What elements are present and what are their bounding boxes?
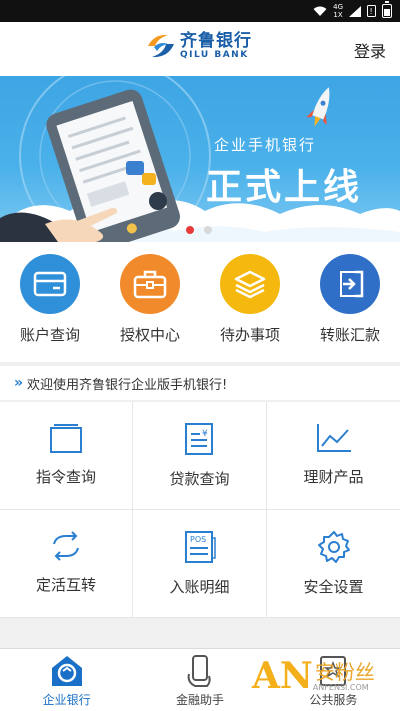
grid-label: 入账明细 [169, 578, 230, 596]
grid-wealth-products[interactable]: 理财产品 [267, 402, 400, 510]
grid-label: 理财产品 [303, 468, 364, 486]
network-bottom: 1X [333, 11, 343, 19]
grid-credit-details[interactable]: POS 入账明细 [133, 510, 267, 618]
network-type: 4G 1X [333, 3, 343, 19]
chart-icon [316, 424, 351, 452]
pos-icon: POS [184, 531, 216, 563]
qilu-logo-icon [148, 34, 174, 58]
svg-text:POS: POS [190, 535, 206, 544]
grid-security-settings[interactable]: 安全设置 [267, 510, 400, 618]
logo-cn: 齐鲁银行 [180, 31, 252, 51]
svg-text:¥: ¥ [202, 429, 208, 439]
promo-banner[interactable]: 企业手机银行 正式上线 [0, 76, 400, 242]
banner-subtitle: 企业手机银行 [214, 136, 317, 154]
briefcase-icon [120, 254, 180, 314]
tab-finance-assistant[interactable]: 金融助手 [133, 649, 266, 711]
notice-bar: » 欢迎使用齐鲁银行企业版手机银行! [0, 366, 400, 400]
service-grid: 指令查询 ¥ 贷款查询 理财产品 定活互转 POS 入账明细 安全设置 [0, 402, 400, 618]
site-watermark: AN 安粉丝 ANFENSI.COM [252, 656, 375, 696]
tab-enterprise-bank[interactable]: 企业银行 [0, 649, 133, 711]
svg-text:!: ! [370, 7, 373, 16]
notice-text: 欢迎使用齐鲁银行企业版手机银行! [27, 377, 228, 393]
pagination-dot-1[interactable] [186, 226, 194, 234]
quick-label: 账户查询 [19, 326, 80, 344]
wifi-icon [313, 6, 327, 16]
quick-label: 待办事项 [219, 326, 280, 344]
quick-account-query[interactable]: 账户查询 [0, 242, 100, 362]
logo-en: QILU BANK [180, 50, 249, 60]
no-sim-icon: ! [367, 5, 376, 17]
signal-icon [349, 5, 361, 17]
home-icon [51, 656, 82, 686]
window-icon [50, 424, 82, 453]
quick-actions: 账户查询 授权中心 待办事项 转账汇款 [0, 242, 400, 362]
status-bar: 4G 1X ! [0, 0, 400, 22]
gear-icon [317, 531, 350, 563]
grid-label: 定活互转 [35, 576, 96, 594]
pagination-dot-2[interactable] [204, 226, 212, 234]
grid-label: 安全设置 [303, 578, 364, 596]
tab-label: 企业银行 [42, 693, 91, 707]
bank-logo: 齐鲁银行 QILU BANK [146, 32, 252, 60]
layers-icon [220, 254, 280, 314]
grid-label: 贷款查询 [169, 470, 230, 488]
phone-hand-icon [187, 655, 211, 687]
banner-title: 正式上线 [206, 167, 363, 208]
quick-todo-items[interactable]: 待办事项 [200, 242, 300, 362]
grid-loan-query[interactable]: ¥ 贷款查询 [133, 402, 267, 510]
network-top: 4G [333, 3, 343, 11]
quick-authorization-center[interactable]: 授权中心 [100, 242, 200, 362]
app-header: 齐鲁银行 QILU BANK 登录 [0, 22, 400, 76]
watermark-logo: AN [252, 655, 313, 697]
grid-instruction-query[interactable]: 指令查询 [0, 402, 133, 510]
quick-label: 转账汇款 [319, 326, 380, 344]
watermark-text: 安粉丝 [314, 659, 375, 684]
swap-icon [53, 531, 79, 561]
double-chevron-icon: » [14, 375, 24, 391]
watermark-sub: ANFENSI.COM [312, 682, 369, 692]
login-button[interactable]: 登录 [354, 38, 386, 62]
quick-transfer[interactable]: 转账汇款 [300, 242, 400, 362]
banner-pagination [186, 226, 212, 234]
card-icon [20, 254, 80, 314]
tab-label: 金融助手 [175, 693, 224, 707]
loan-doc-icon: ¥ [184, 423, 213, 455]
grid-fixed-demand-swap[interactable]: 定活互转 [0, 510, 133, 618]
grid-label: 指令查询 [35, 468, 96, 486]
transfer-icon [320, 254, 380, 314]
quick-label: 授权中心 [119, 326, 180, 344]
battery-icon [382, 1, 392, 18]
